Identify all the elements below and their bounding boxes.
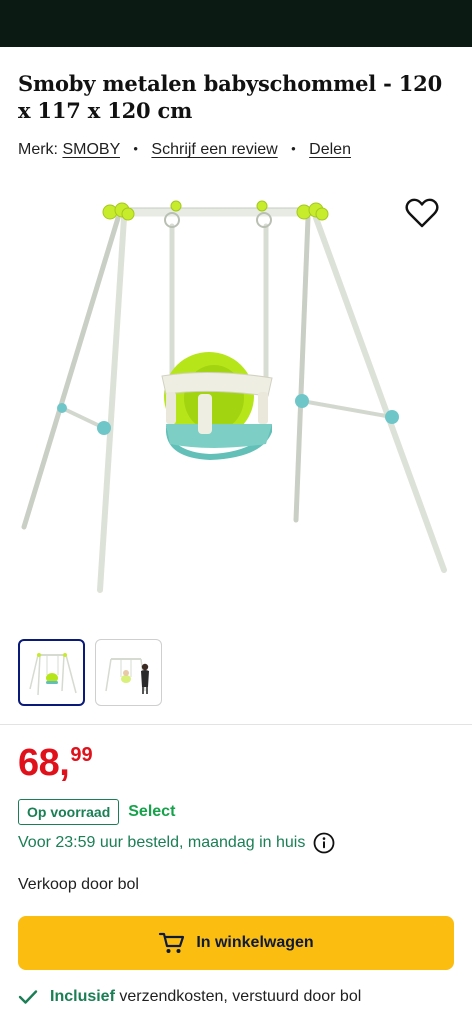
heart-outline-icon[interactable] <box>404 197 440 229</box>
price: 68, 99 <box>18 740 93 786</box>
thumbnail-swing[interactable] <box>18 639 85 706</box>
cart-icon <box>159 932 185 953</box>
separator-dot: • <box>133 141 138 156</box>
delivery-text: Voor 23:59 uur besteld, maandag in huis <box>18 834 306 851</box>
stock-row: Op voorraad Select <box>18 799 175 825</box>
stock-badge: Op voorraad <box>18 799 120 825</box>
add-to-cart-button[interactable]: In winkelwagen <box>18 916 454 970</box>
thumbnail-swing-image <box>28 652 77 695</box>
write-review-link[interactable]: Schrijf een review <box>151 141 277 158</box>
brand-link[interactable]: SMOBY <box>62 141 120 158</box>
seller-text: Verkoop door bol <box>18 876 139 893</box>
usp-bold: Inclusief <box>50 988 115 1005</box>
thumbnail-swing-with-child-image <box>104 657 149 694</box>
add-to-cart-label: In winkelwagen <box>196 934 314 951</box>
separator-dot: • <box>291 141 296 156</box>
section-divider <box>0 724 472 725</box>
product-title: Smoby metalen babyschommel - 120 x 117 x… <box>18 71 443 123</box>
product-meta-row: Merk: SMOBY • Schrijf een review • Delen <box>18 141 351 159</box>
checkmark-icon <box>18 990 38 1004</box>
price-fraction: 99 <box>70 744 93 766</box>
brand-label: Merk: <box>18 141 58 158</box>
select-label: Select <box>128 803 176 820</box>
usp-text: Inclusief verzendkosten, verstuurd door … <box>50 988 361 1006</box>
delivery-info: Voor 23:59 uur besteld, maandag in huis <box>18 832 335 854</box>
usp-shipping: Inclusief verzendkosten, verstuurd door … <box>18 988 361 1006</box>
share-link[interactable]: Delen <box>309 141 351 158</box>
price-whole: 68, <box>18 742 70 784</box>
image-thumbnails <box>18 639 162 706</box>
product-main-image[interactable] <box>0 180 472 610</box>
status-bar <box>0 0 472 47</box>
usp-rest: verzendkosten, verstuurd door bol <box>114 988 362 1005</box>
info-circle-icon[interactable] <box>313 832 335 854</box>
thumbnail-swing-with-child[interactable] <box>95 639 162 706</box>
